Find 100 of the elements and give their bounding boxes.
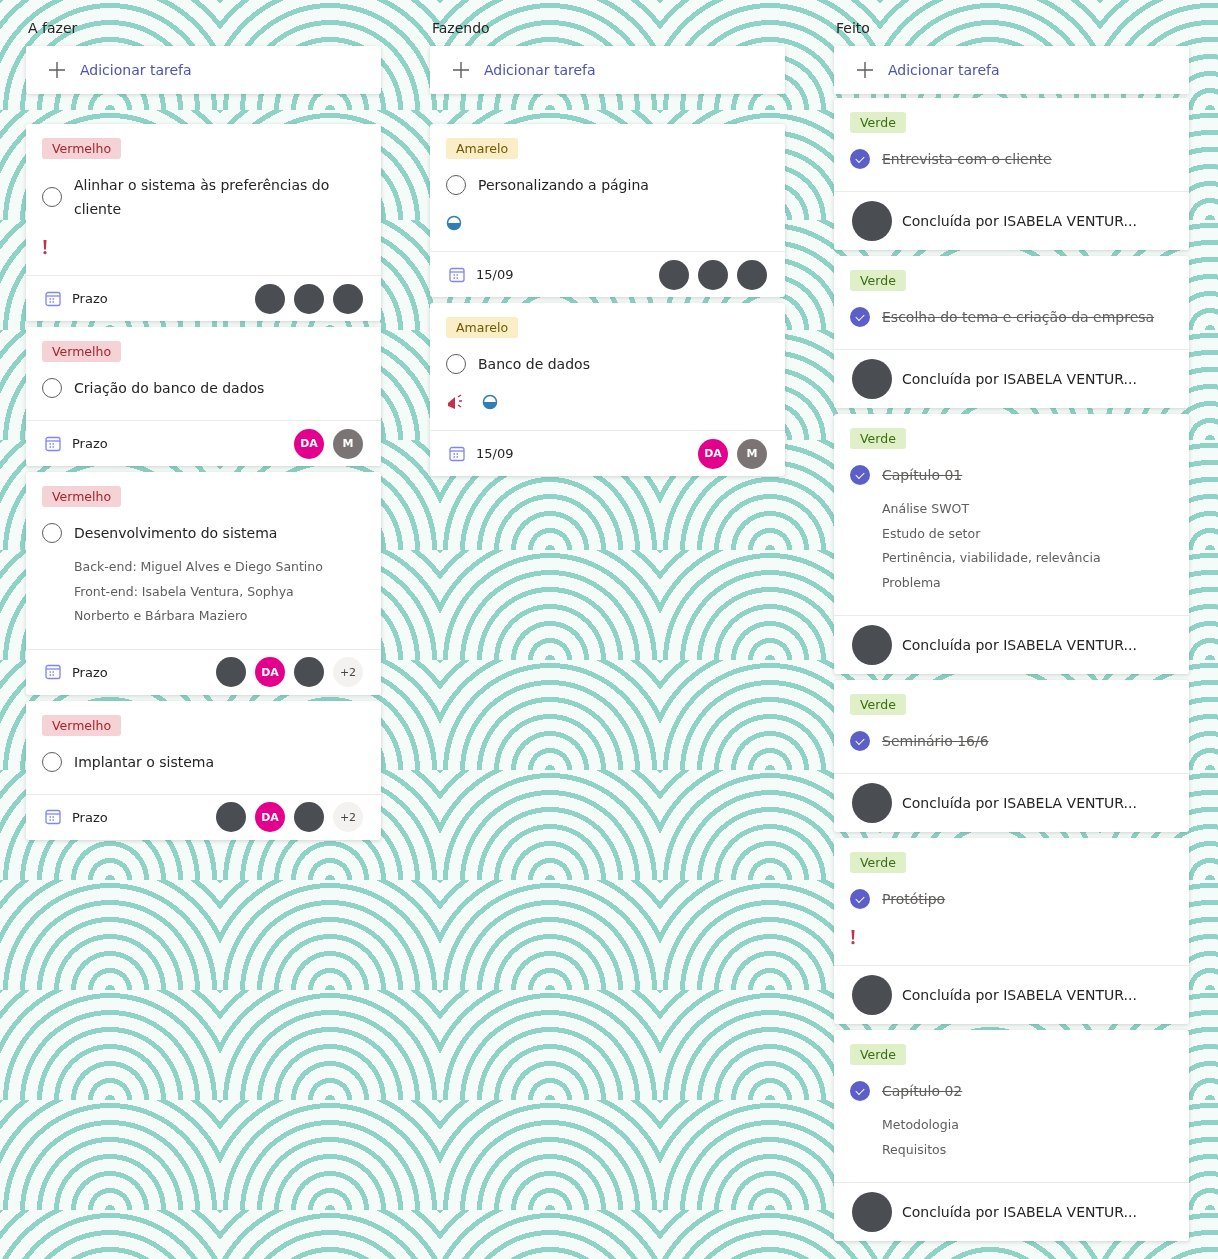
task-card[interactable]: Verde Protótipo Concluída por ISABELA VENTUR... <box>834 838 1189 1024</box>
task-title: Personalizando a página <box>478 176 649 195</box>
label-tag: Verde <box>850 852 906 873</box>
calendar-icon <box>44 808 62 826</box>
task-note: Norberto e Bárbara Maziero <box>74 607 249 625</box>
task-checkbox[interactable] <box>446 175 466 195</box>
task-title: Alinhar o sistema às preferências do cliente <box>74 176 331 219</box>
avatar-photo <box>737 259 767 290</box>
due-date: Prazo <box>72 664 108 680</box>
task-note: Back-end: Miguel Alves e Diego Santino <box>74 558 324 576</box>
due-date: Prazo <box>72 291 108 306</box>
avatar-photo <box>852 201 892 241</box>
avatar: M <box>737 438 767 469</box>
avatar-photo <box>216 802 246 832</box>
due-date: Prazo <box>72 809 108 825</box>
label-tag: Verde <box>850 1044 906 1065</box>
task-card[interactable]: Vermelho Implantar o sistema Prazo DA +2 <box>26 700 381 840</box>
calendar-icon <box>44 289 62 308</box>
plus-icon <box>856 61 874 79</box>
label-tag: Vermelho <box>42 714 122 736</box>
due-date: Prazo <box>72 436 108 451</box>
task-title: Entrevista com o cliente <box>882 150 1052 169</box>
task-title: Protótipo <box>882 890 946 909</box>
avatar: DA <box>255 657 285 687</box>
due-date: 15/09 <box>476 267 514 282</box>
avatar-photo <box>852 625 892 665</box>
add-task-button[interactable]: Adicionar tarefa <box>26 46 381 94</box>
calendar-icon <box>44 663 62 681</box>
task-card[interactable]: Vermelho Desenvolvimento do sistema Back-end: Miguel Alves e Diego Santino Front-end: Isabela Ventura, Sophya Norberto e Bárbara Maziero Prazo DA +2 <box>26 472 381 695</box>
task-note: Front-end: Isabela Ventura, Sophya <box>74 582 295 601</box>
avatar-photo <box>852 359 892 399</box>
column-title: A fazer <box>27 19 79 38</box>
calendar-icon <box>448 265 466 284</box>
task-card[interactable]: Vermelho Criação do banco de dados Prazo DA M <box>26 327 381 466</box>
exclamation-icon <box>42 239 48 255</box>
due-date: 15/09 <box>476 446 514 461</box>
task-checkbox[interactable] <box>850 1081 870 1101</box>
task-card[interactable]: Amarelo Banco de dados 15/09 DA M <box>430 303 785 476</box>
task-title: Capítulo 01 <box>882 466 963 485</box>
label-tag: Amarelo <box>446 317 519 338</box>
task-note: Estudo de setor <box>882 524 982 543</box>
avatar-photo <box>852 783 892 823</box>
label-tag: Verde <box>850 270 906 291</box>
task-card[interactable]: Verde Capítulo 02 Metodologia Requisitos Concluída por ISABELA VENTUR... <box>834 1030 1189 1241</box>
task-card[interactable]: Verde Seminário 16/6 Concluída por ISABELA VENTUR... <box>834 680 1189 832</box>
task-note: Problema <box>882 573 942 592</box>
task-title: Implantar o sistema <box>74 752 215 772</box>
avatar: M <box>333 428 363 459</box>
task-card[interactable]: Verde Escolha do tema e criação da empresa Concluída por ISABELA VENTUR... <box>834 256 1189 408</box>
task-title: Seminário 16/6 <box>882 732 989 751</box>
task-checkbox[interactable] <box>850 731 870 751</box>
avatar-photo <box>659 259 689 290</box>
completed-by-text: Concluída por ISABELA VENTUR... <box>902 987 1137 1003</box>
exclamation-icon <box>850 929 856 945</box>
label-tag: Verde <box>850 694 906 715</box>
label-tag: Verde <box>850 428 906 449</box>
task-checkbox[interactable] <box>42 187 62 207</box>
completed-by-text: Concluída por ISABELA VENTUR... <box>902 795 1137 811</box>
avatar-photo <box>333 283 363 314</box>
task-checkbox[interactable] <box>42 751 62 772</box>
plus-icon <box>452 61 470 79</box>
more-count: +2 <box>333 657 363 687</box>
avatar: DA <box>698 438 728 469</box>
task-title: Escolha do tema e criação da empresa <box>882 308 1155 327</box>
half-filled-circle-icon <box>446 215 462 231</box>
task-title: Criação do banco de dados <box>74 379 265 398</box>
more-count: +2 <box>333 802 363 832</box>
avatar-photo <box>216 657 246 687</box>
avatar-photo <box>852 1192 892 1232</box>
label-tag: Amarelo <box>446 138 519 159</box>
task-checkbox[interactable] <box>850 889 870 909</box>
task-checkbox[interactable] <box>446 354 466 374</box>
task-card[interactable]: Vermelho Alinhar o sistema às preferências do cliente Prazo <box>26 124 381 321</box>
add-task-button[interactable]: Adicionar tarefa <box>834 46 1189 94</box>
completed-by-text: Concluída por ISABELA VENTUR... <box>902 637 1137 653</box>
task-card[interactable]: Amarelo Personalizando a página 15/09 <box>430 124 785 297</box>
completed-by-text: Concluída por ISABELA VENTUR... <box>902 371 1137 387</box>
calendar-icon <box>44 434 62 453</box>
column-title: Fazendo <box>431 19 491 38</box>
avatar-photo <box>294 657 324 687</box>
half-filled-circle-icon <box>482 394 498 410</box>
column-title: Feito <box>835 19 871 38</box>
task-card[interactable]: Verde Entrevista com o cliente Concluída por ISABELA VENTUR... <box>834 98 1189 250</box>
add-task-button[interactable]: Adicionar tarefa <box>430 46 785 94</box>
plus-icon <box>48 61 66 79</box>
task-card[interactable]: Verde Capítulo 01 Análise SWOT Estudo de setor Pertinência, viabilidade, relevância Problema Concluída por ISABELA VENTUR... <box>834 414 1189 674</box>
label-tag: Vermelho <box>42 486 122 507</box>
completed-by-text: Concluída por ISABELA VENTUR... <box>902 1204 1137 1220</box>
task-checkbox[interactable] <box>850 307 870 327</box>
label-tag: Vermelho <box>42 138 122 159</box>
task-checkbox[interactable] <box>850 465 870 485</box>
task-checkbox[interactable] <box>42 378 62 398</box>
avatar-photo <box>255 283 285 314</box>
task-title: Desenvolvimento do sistema <box>74 524 278 543</box>
task-checkbox[interactable] <box>42 523 62 543</box>
avatar-photo <box>294 802 324 832</box>
task-checkbox[interactable] <box>850 149 870 169</box>
completed-by-text: Concluída por ISABELA VENTUR... <box>902 213 1137 229</box>
task-title: Capítulo 02 <box>882 1082 963 1101</box>
task-title: Banco de dados <box>478 355 590 374</box>
